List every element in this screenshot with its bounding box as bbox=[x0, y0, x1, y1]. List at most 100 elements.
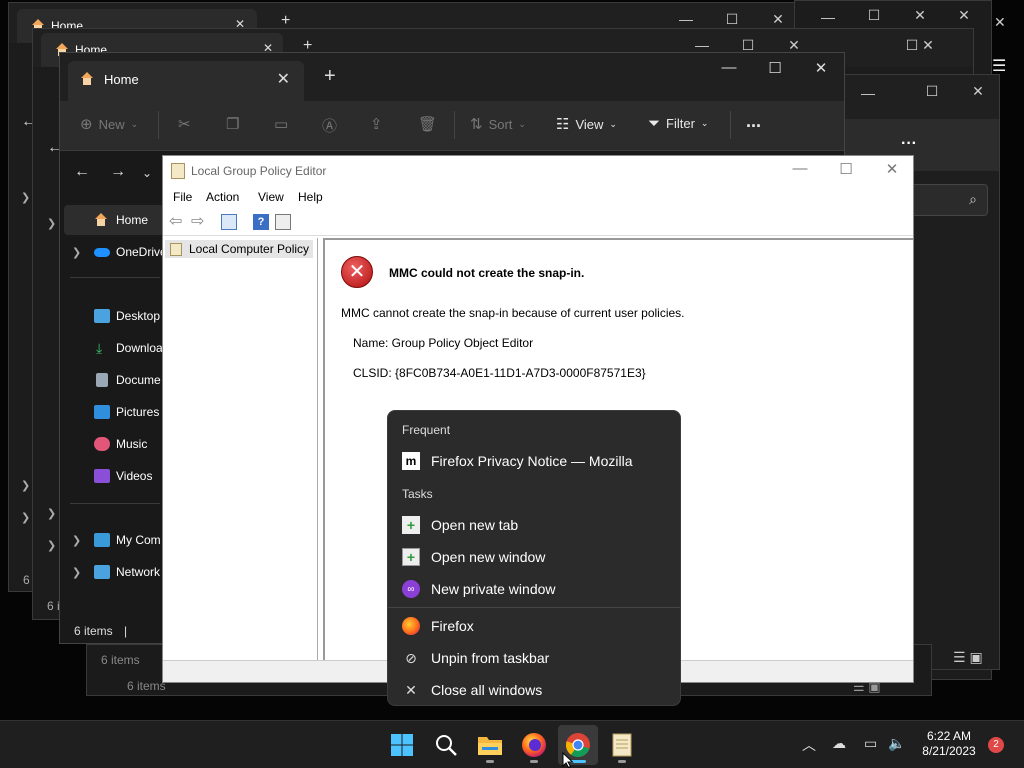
menu-file[interactable]: File bbox=[173, 190, 192, 204]
close-tab-icon[interactable]: ✕ bbox=[277, 69, 290, 89]
minimize-icon[interactable]: — bbox=[706, 59, 752, 76]
sidebar-item-my-computer[interactable]: ❯ My Com bbox=[60, 525, 164, 555]
properties-icon[interactable] bbox=[275, 214, 291, 230]
menu-help[interactable]: Help bbox=[298, 190, 323, 204]
filter-icon: ⏷ bbox=[648, 115, 661, 132]
more-button[interactable]: ... bbox=[746, 111, 761, 132]
sidebar-item-downloads[interactable]: ⤓ Downloa bbox=[60, 333, 164, 363]
sidebar-item-pictures[interactable]: Pictures bbox=[60, 397, 164, 427]
view-toggle-icons[interactable]: ☰ ▣ bbox=[953, 649, 983, 666]
network-icon[interactable]: ▭ bbox=[864, 735, 877, 752]
help-icon[interactable]: ? bbox=[253, 214, 269, 230]
gpedit-app-icon bbox=[171, 163, 185, 179]
view-button[interactable]: ☷ View ⌄ bbox=[556, 115, 617, 133]
maximize-icon[interactable]: ☐ bbox=[823, 160, 869, 178]
sidebar-item-videos[interactable]: Videos bbox=[60, 461, 164, 491]
onedrive-offline-icon[interactable]: ☁ bbox=[832, 735, 846, 752]
expand-chevron-icon[interactable]: ❯ bbox=[72, 246, 81, 259]
back-icon[interactable]: ← bbox=[74, 163, 90, 181]
start-button[interactable] bbox=[382, 725, 422, 765]
expand-chevron-icon[interactable]: ❯ bbox=[72, 566, 81, 579]
sidebar-item-documents[interactable]: Docume bbox=[60, 365, 164, 395]
firefox-icon bbox=[402, 617, 420, 635]
close-icon[interactable]: ✕ bbox=[941, 7, 987, 24]
paste-icon[interactable]: ▭ bbox=[274, 115, 288, 133]
sidebar-item-home[interactable]: Home bbox=[64, 205, 164, 235]
new-tab-icon[interactable]: + bbox=[324, 65, 336, 88]
mozilla-icon: m bbox=[402, 452, 420, 470]
filter-button[interactable]: ⏷ Filter ⌄ bbox=[648, 115, 708, 132]
show-hide-tree-icon[interactable] bbox=[221, 214, 237, 230]
view-icon: ☷ bbox=[556, 116, 570, 133]
divider bbox=[388, 607, 680, 608]
notepad-button[interactable] bbox=[602, 725, 642, 765]
console-tree: Local Computer Policy bbox=[163, 238, 318, 660]
filter-label: Filter bbox=[666, 116, 695, 131]
share-icon[interactable]: ⇪ bbox=[370, 115, 383, 133]
sidebar-item-desktop[interactable]: Desktop bbox=[60, 301, 164, 331]
sidebar-item-music[interactable]: Music bbox=[60, 429, 164, 459]
minimize-icon[interactable]: — bbox=[663, 11, 709, 27]
back-arrow-icon[interactable]: ⇦ bbox=[169, 211, 185, 230]
menu-icon[interactable]: ☰ bbox=[992, 56, 1006, 76]
minimize-icon[interactable]: — bbox=[679, 37, 725, 53]
close-icon[interactable]: ✕ bbox=[798, 59, 844, 77]
jumplist-item-label: Open new tab bbox=[431, 517, 519, 533]
menu-action[interactable]: Action bbox=[206, 190, 239, 204]
tree-item-local-computer-policy[interactable]: Local Computer Policy bbox=[165, 240, 314, 258]
network-icon bbox=[94, 565, 110, 579]
clock[interactable]: 6:22 AM 8/21/2023 bbox=[918, 729, 980, 759]
expand-chevron[interactable]: ❯ bbox=[21, 511, 30, 524]
jumplist-item-label: Open new window bbox=[431, 549, 546, 565]
expand-chevron[interactable]: ❯ bbox=[21, 479, 30, 492]
maximize-icon[interactable]: ☐ bbox=[752, 59, 798, 77]
jumplist-item-firefox[interactable]: Firefox bbox=[388, 610, 680, 642]
firefox-button[interactable] bbox=[514, 725, 554, 765]
search-button[interactable] bbox=[426, 725, 466, 765]
running-indicator bbox=[530, 760, 538, 763]
delete-icon[interactable]: 🗑 bbox=[418, 115, 437, 133]
jumplist-item-open-new-tab[interactable]: + Open new tab bbox=[388, 509, 680, 541]
jumplist-item-frequent[interactable]: m Firefox Privacy Notice — Mozilla bbox=[388, 445, 680, 477]
minimize-icon[interactable]: — bbox=[805, 9, 851, 25]
jumplist-item-open-new-window[interactable]: + Open new window bbox=[388, 541, 680, 573]
jumplist-item-close-all[interactable]: ✕ Close all windows bbox=[388, 674, 680, 706]
close-icon[interactable]: ✕ bbox=[994, 14, 1006, 31]
notification-badge[interactable]: 2 bbox=[988, 737, 1004, 753]
sidebar-item-label: Videos bbox=[116, 469, 153, 483]
jumplist-item-unpin[interactable]: ⊘ Unpin from taskbar bbox=[388, 642, 680, 674]
chevron-down-icon: ⌄ bbox=[130, 118, 139, 129]
minimize-icon[interactable]: — bbox=[777, 160, 823, 177]
show-hidden-icons-chevron[interactable]: ︿ bbox=[802, 735, 816, 755]
document-icon bbox=[96, 373, 108, 387]
expand-chevron[interactable]: ❯ bbox=[47, 217, 56, 230]
expand-chevron-icon[interactable]: ❯ bbox=[72, 534, 81, 547]
menu-view[interactable]: View bbox=[258, 190, 284, 204]
sidebar-item-onedrive[interactable]: ❯ OneDrive bbox=[60, 237, 167, 267]
maximize-icon[interactable]: ☐ bbox=[709, 11, 755, 28]
jumplist-item-new-private-window[interactable]: ∞ New private window bbox=[388, 573, 680, 605]
tab-home[interactable]: Home ✕ bbox=[68, 61, 304, 101]
forward-icon[interactable]: → bbox=[110, 163, 126, 181]
close-icon[interactable]: ✕ bbox=[869, 160, 915, 178]
expand-chevron[interactable]: ❯ bbox=[47, 539, 56, 552]
maximize-icon[interactable]: ☐ bbox=[851, 7, 897, 24]
close-icon[interactable]: ✕ bbox=[905, 37, 951, 54]
sidebar-item-network[interactable]: ❯ Network bbox=[60, 557, 164, 587]
new-button[interactable]: ⊕ New ⌄ bbox=[80, 115, 138, 133]
expand-chevron[interactable]: ❯ bbox=[47, 507, 56, 520]
volume-icon[interactable]: 🔈 bbox=[888, 735, 905, 752]
forward-arrow-icon[interactable]: ⇨ bbox=[191, 211, 207, 230]
more-icon[interactable]: ··· bbox=[901, 135, 917, 153]
rename-icon[interactable]: Ⓐ bbox=[322, 115, 337, 136]
file-explorer-button[interactable] bbox=[470, 725, 510, 765]
copy-icon[interactable]: ❐ bbox=[226, 115, 239, 133]
cut-icon[interactable]: ✂ bbox=[178, 115, 191, 133]
close-icon[interactable]: ✕ bbox=[955, 83, 1001, 100]
close-icon[interactable]: ✕ bbox=[897, 7, 943, 24]
sort-button[interactable]: ⇅ Sort ⌄ bbox=[470, 115, 526, 133]
minimize-icon[interactable]: — bbox=[845, 85, 891, 101]
maximize-icon[interactable]: ☐ bbox=[909, 83, 955, 100]
expand-chevron[interactable]: ❯ bbox=[21, 191, 30, 204]
recent-chevron-icon[interactable]: ⌄ bbox=[142, 166, 152, 180]
